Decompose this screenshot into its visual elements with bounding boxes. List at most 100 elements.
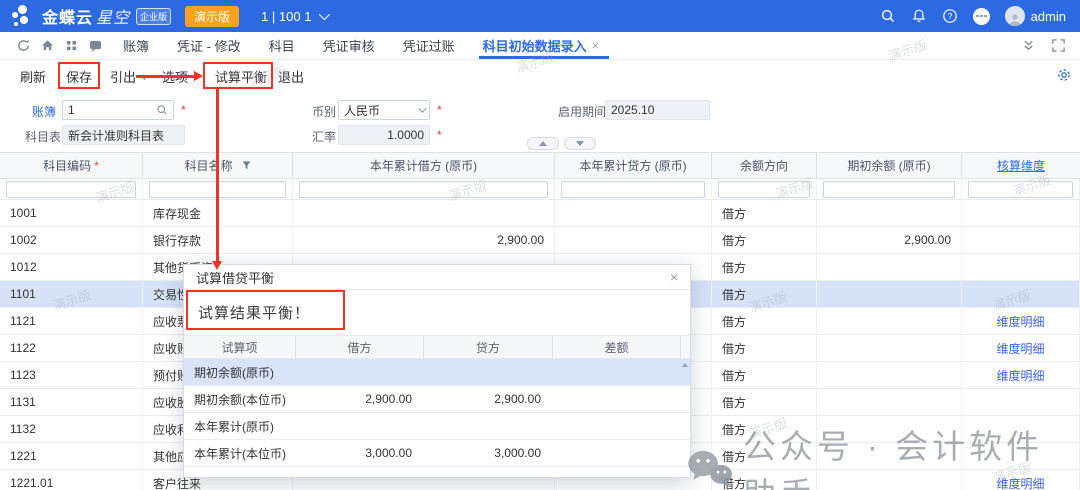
cell-dimension bbox=[962, 254, 1080, 280]
cell-dimension: 维度明细 bbox=[962, 362, 1080, 388]
brand-bold: 金蝶云 bbox=[42, 4, 93, 28]
grid-col-header-5: 余额方向 bbox=[712, 153, 817, 178]
toolbar-item-label: 保存 bbox=[66, 67, 92, 86]
grid-col-header-7[interactable]: 核算维度 bbox=[962, 153, 1080, 178]
toolbar-引出[interactable]: 引出 bbox=[110, 67, 146, 86]
dialog-cell-debit bbox=[296, 413, 424, 439]
dimension-detail-link[interactable]: 维度明细 bbox=[996, 367, 1044, 384]
tab-3[interactable]: 科目 bbox=[269, 32, 295, 59]
tab-4[interactable]: 凭证审核 bbox=[323, 32, 375, 59]
org-selector[interactable]: 1 | 100 1 bbox=[261, 9, 327, 24]
tab-6[interactable]: 科目初始数据录入× bbox=[483, 32, 600, 59]
grid-filter-cell-1 bbox=[0, 179, 143, 199]
dialog-table-row[interactable]: 期初余额(原币) bbox=[184, 359, 690, 386]
grid-filter-input-1[interactable] bbox=[6, 181, 136, 198]
toolbar-选项[interactable]: 选项 bbox=[162, 67, 198, 86]
message-icon[interactable] bbox=[88, 38, 103, 53]
svg-text:?: ? bbox=[947, 11, 952, 21]
cell-dimension: 维度明细 bbox=[962, 308, 1080, 334]
rate-field: 1.0000 bbox=[338, 125, 430, 145]
brand-title: 金蝶云 星空 bbox=[42, 4, 130, 28]
dialog-cell-debit bbox=[296, 359, 424, 385]
cell-direction: 借方 bbox=[712, 470, 817, 490]
apps-grid-icon[interactable] bbox=[64, 38, 79, 53]
cell-opening-balance bbox=[817, 308, 962, 334]
scroll-up-icon[interactable] bbox=[682, 363, 688, 367]
dialog-cell-credit bbox=[424, 413, 553, 439]
gear-icon[interactable] bbox=[1056, 67, 1072, 86]
search-icon[interactable] bbox=[880, 8, 896, 24]
currency-select[interactable]: 人民币 bbox=[338, 100, 430, 120]
start-period-label: 启用期间 bbox=[558, 103, 606, 120]
expand-fullscreen-icon[interactable] bbox=[1050, 38, 1066, 54]
grid-filter-input-3[interactable] bbox=[299, 181, 548, 198]
book-label[interactable]: 账簿 bbox=[32, 103, 56, 120]
tab-label: 科目 bbox=[269, 36, 295, 55]
tab-2[interactable]: 凭证 - 修改 bbox=[177, 32, 241, 59]
tab-1[interactable]: 账簿 bbox=[123, 32, 149, 59]
collapse-up-button[interactable] bbox=[527, 137, 559, 150]
grid-filter-input-5[interactable] bbox=[718, 181, 810, 198]
cell-direction: 借方 bbox=[712, 200, 817, 226]
toolbar-刷新[interactable]: 刷新 bbox=[20, 67, 46, 86]
dialog-cell-credit: 2,900.00 bbox=[424, 386, 553, 412]
home-icon[interactable] bbox=[40, 38, 55, 53]
chevron-down-icon bbox=[140, 71, 148, 79]
chevron-down-icon bbox=[418, 104, 426, 112]
cell-direction: 借方 bbox=[712, 227, 817, 253]
required-star: * bbox=[181, 103, 186, 117]
toolbar-item-label: 退出 bbox=[278, 67, 304, 86]
help-icon[interactable]: ? bbox=[942, 8, 958, 24]
dialog-cell-credit bbox=[424, 359, 553, 385]
cell-opening-balance bbox=[817, 416, 962, 442]
grid-col-label: 余额方向 bbox=[740, 157, 788, 174]
tab-label: 账簿 bbox=[123, 36, 149, 55]
cell-code: 1121 bbox=[0, 308, 143, 334]
dialog-cell-item: 期初余额(原币) bbox=[184, 359, 296, 385]
lookup-magnifier-icon[interactable] bbox=[156, 104, 168, 116]
start-period-value: 2025.10 bbox=[611, 103, 654, 117]
dialog-cell-credit: 3,000.00 bbox=[424, 440, 553, 466]
dimension-detail-link[interactable]: 维度明细 bbox=[996, 313, 1044, 330]
toolbar-退出[interactable]: 退出 bbox=[278, 67, 304, 86]
dialog-close-icon[interactable]: × bbox=[670, 269, 678, 285]
book-input[interactable]: 1 bbox=[62, 100, 174, 120]
grid-col-label: 科目编码 bbox=[43, 157, 91, 174]
dialog-scrollbar[interactable] bbox=[679, 360, 690, 490]
bell-icon[interactable] bbox=[911, 8, 927, 24]
collapse-tabs-icon[interactable] bbox=[1020, 38, 1036, 54]
dialog-table-row[interactable]: 本年累计(原币) bbox=[184, 413, 690, 440]
grid-filter-input-7[interactable] bbox=[968, 181, 1073, 198]
tab-5[interactable]: 凭证过账 bbox=[403, 32, 455, 59]
cell-direction: 借方 bbox=[712, 254, 817, 280]
toolbar-试算平衡[interactable]: 试算平衡 bbox=[215, 67, 267, 86]
toolbar-保存[interactable]: 保存 bbox=[66, 67, 92, 86]
more-pill-icon[interactable] bbox=[973, 8, 990, 25]
grid-filter-input-6[interactable] bbox=[823, 181, 955, 198]
dialog-table-row[interactable]: 本年累计(本位币)3,000.003,000.00 bbox=[184, 440, 690, 467]
cell-direction: 借方 bbox=[712, 308, 817, 334]
grid-filter-cell-5 bbox=[712, 179, 817, 199]
grid-filter-input-4[interactable] bbox=[561, 181, 705, 198]
table-row[interactable]: 1002银行存款2,900.00借方2,900.00 bbox=[0, 227, 1080, 254]
cell-opening-balance bbox=[817, 389, 962, 415]
filter-funnel-icon[interactable] bbox=[242, 161, 251, 170]
user-menu[interactable]: admin bbox=[1005, 6, 1066, 26]
dimension-detail-link[interactable]: 维度明细 bbox=[996, 340, 1044, 357]
cell-direction: 借方 bbox=[712, 389, 817, 415]
cell-dimension bbox=[962, 389, 1080, 415]
dialog-cell-item: 本年累计(本位币) bbox=[184, 440, 296, 466]
dialog-col-header-3: 贷方 bbox=[424, 336, 553, 358]
dialog-cell-debit: 3,000.00 bbox=[296, 440, 424, 466]
chart-of-accounts-field: 新会计准则科目表 bbox=[62, 125, 185, 145]
cell-code: 1132 bbox=[0, 416, 143, 442]
grid-filter-cell-2 bbox=[143, 179, 293, 199]
dialog-table-row[interactable]: 期初余额(本位币)2,900.002,900.00 bbox=[184, 386, 690, 413]
grid-filter-input-2[interactable] bbox=[149, 181, 286, 198]
dimension-detail-link[interactable]: 维度明细 bbox=[996, 475, 1044, 490]
table-row[interactable]: 1001库存现金借方 bbox=[0, 200, 1080, 227]
demo-version-badge: 演示版 bbox=[185, 6, 239, 27]
close-icon[interactable]: × bbox=[592, 38, 600, 53]
collapse-down-button[interactable] bbox=[564, 137, 596, 150]
sync-icon[interactable] bbox=[16, 38, 31, 53]
